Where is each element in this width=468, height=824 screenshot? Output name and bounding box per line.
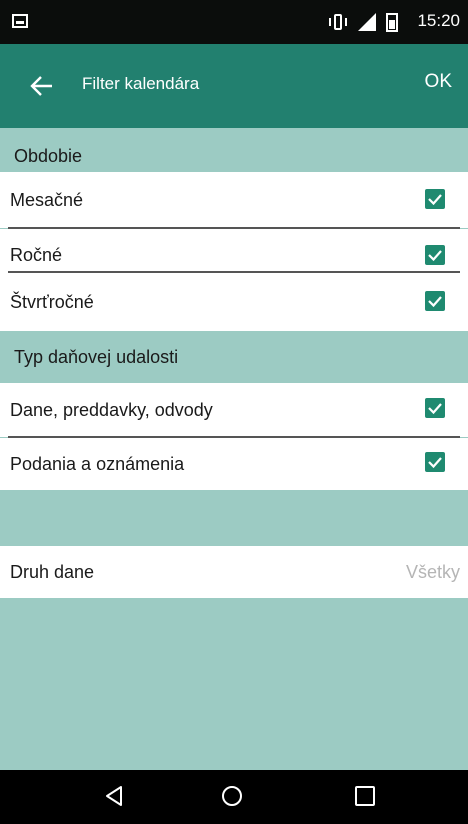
back-triangle-icon[interactable] (104, 785, 124, 812)
home-circle-icon[interactable] (222, 786, 242, 806)
filter-row-taxes-advances[interactable]: Dane, preddavky, odvody (0, 383, 468, 437)
filter-row-filings[interactable]: Podania a oznámenia (0, 438, 468, 490)
vibrate-icon (328, 14, 348, 30)
checkbox-checked-icon[interactable] (425, 291, 445, 311)
section-header-event-type: Typ daňovej udalosti (0, 331, 468, 383)
filter-row-monthly[interactable]: Mesačné (0, 172, 468, 228)
screenshot-icon (12, 14, 28, 28)
battery-icon (386, 12, 398, 32)
app-bar: Filter kalendára OK (0, 44, 468, 128)
checkbox-checked-icon[interactable] (425, 189, 445, 209)
ok-button[interactable]: OK (425, 71, 452, 93)
signal-icon (358, 13, 376, 31)
filter-label: Mesačné (10, 190, 84, 210)
tax-type-row[interactable]: Druh dane Všetky (0, 546, 468, 598)
tax-type-value: Všetky (405, 562, 460, 582)
checkbox-checked-icon[interactable] (425, 398, 445, 418)
page-title: Filter kalendára (82, 74, 200, 93)
clock: 15:20 (417, 11, 460, 30)
checkbox-checked-icon[interactable] (425, 245, 445, 265)
recents-square-icon[interactable] (355, 786, 375, 806)
checkbox-checked-icon[interactable] (425, 452, 445, 472)
filter-label: Podania a oznámenia (10, 454, 185, 474)
filter-row-quarterly[interactable]: Štvrťročné (0, 273, 468, 331)
status-icons (328, 12, 398, 32)
navigation-bar (0, 770, 468, 824)
empty-area (0, 598, 468, 770)
section-spacer (0, 490, 468, 546)
back-arrow-icon[interactable] (30, 75, 54, 97)
filter-label: Dane, preddavky, odvody (10, 400, 213, 420)
status-bar: 15:20 (0, 0, 468, 44)
filter-label: Štvrťročné (10, 292, 94, 312)
tax-type-label: Druh dane (10, 562, 95, 582)
